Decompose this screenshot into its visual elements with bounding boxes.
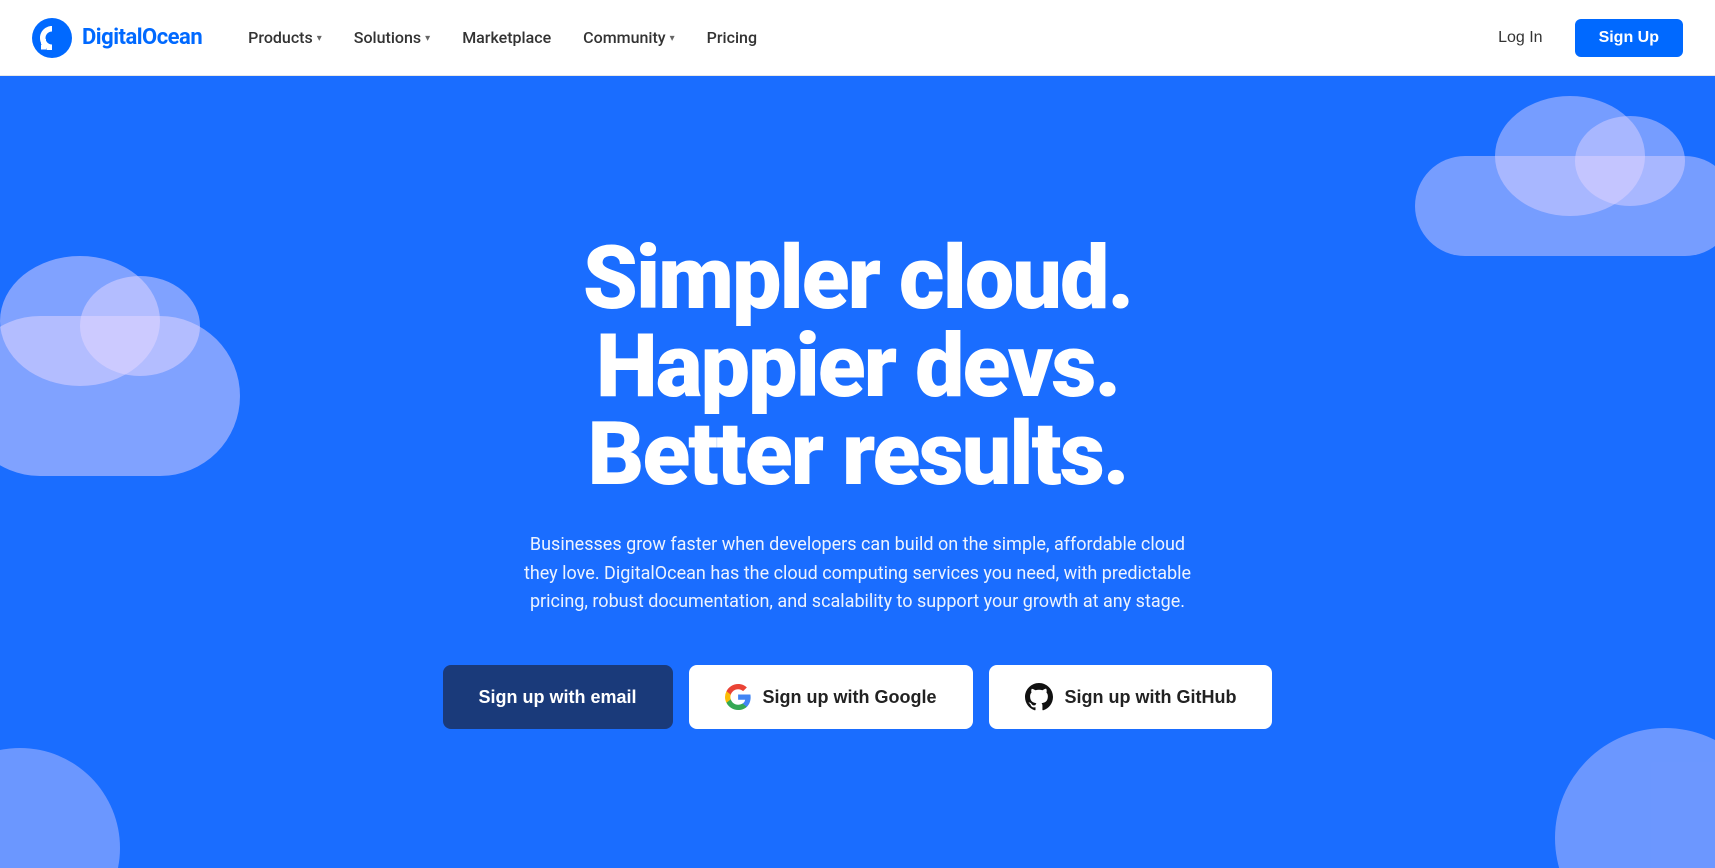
github-icon	[1025, 683, 1053, 711]
hero-headline: Simpler cloud. Happier devs. Better resu…	[443, 235, 1273, 499]
signup-email-button[interactable]: Sign up with email	[443, 665, 673, 729]
google-icon	[725, 684, 751, 710]
chevron-down-icon: ▾	[425, 33, 430, 44]
login-button[interactable]: Log In	[1482, 21, 1558, 55]
signup-google-label: Sign up with Google	[763, 687, 937, 708]
hero-buttons: Sign up with email Sign up with Google S…	[443, 665, 1273, 729]
nav-item-marketplace[interactable]: Marketplace	[448, 20, 565, 55]
logo-text: DigitalOcean	[82, 25, 202, 50]
nav-item-pricing[interactable]: Pricing	[693, 20, 771, 55]
logo-link[interactable]: DigitalOcean	[32, 18, 202, 58]
nav-label-pricing: Pricing	[707, 28, 757, 47]
cloud-bottom-left	[0, 748, 120, 868]
signup-google-button[interactable]: Sign up with Google	[689, 665, 973, 729]
signup-github-button[interactable]: Sign up with GitHub	[989, 665, 1273, 729]
signup-email-label: Sign up with email	[479, 687, 637, 708]
hero-content: Simpler cloud. Happier devs. Better resu…	[443, 235, 1273, 729]
signup-nav-button[interactable]: Sign Up	[1575, 19, 1683, 57]
navbar: DigitalOcean Products ▾ Solutions ▾ Mark…	[0, 0, 1715, 76]
nav-item-solutions[interactable]: Solutions ▾	[340, 20, 444, 55]
cloud-right-top	[1415, 156, 1715, 256]
nav-links: Products ▾ Solutions ▾ Marketplace Commu…	[234, 20, 1482, 55]
nav-label-marketplace: Marketplace	[462, 28, 551, 47]
chevron-down-icon: ▾	[317, 33, 322, 44]
nav-label-products: Products	[248, 28, 313, 47]
nav-label-community: Community	[583, 28, 665, 47]
nav-item-community[interactable]: Community ▾	[569, 20, 688, 55]
cloud-left	[0, 316, 240, 476]
nav-item-products[interactable]: Products ▾	[234, 20, 336, 55]
nav-actions: Log In Sign Up	[1482, 19, 1683, 57]
nav-label-solutions: Solutions	[354, 28, 421, 47]
hero-subtext: Businesses grow faster when developers c…	[518, 531, 1198, 617]
headline-line3: Better results.	[588, 403, 1128, 506]
signup-github-label: Sign up with GitHub	[1065, 687, 1237, 708]
hero-section: Simpler cloud. Happier devs. Better resu…	[0, 76, 1715, 868]
cloud-bottom-right	[1555, 728, 1715, 868]
chevron-down-icon: ▾	[670, 33, 675, 44]
logo-icon	[32, 18, 72, 58]
